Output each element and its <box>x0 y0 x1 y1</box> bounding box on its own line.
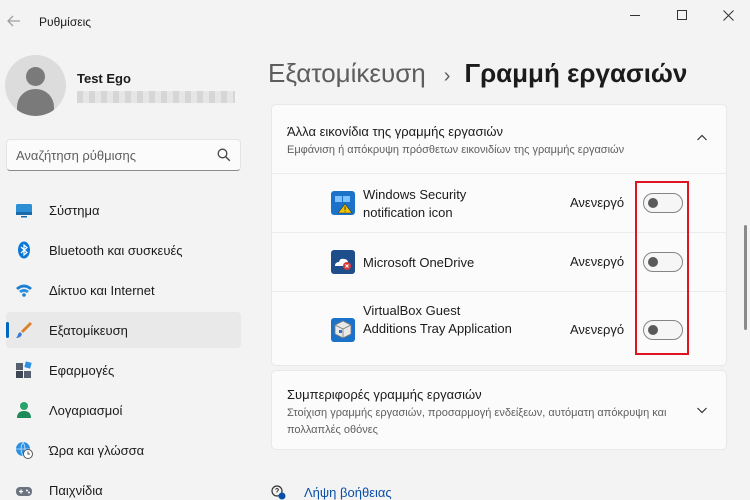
breadcrumb: Εξατομίκευση › Γραμμή εργασιών <box>268 58 687 89</box>
title-bar: Ρυθμίσεις <box>0 0 750 44</box>
arrow-left-icon <box>7 15 20 27</box>
windows-security-icon <box>331 191 355 215</box>
account-icon <box>17 402 31 418</box>
avatar <box>5 55 66 116</box>
apps-icon <box>16 361 32 378</box>
sidebar-item-label: Εξατομίκευση <box>49 322 128 338</box>
maximize-icon <box>677 10 687 20</box>
chevron-up-icon[interactable] <box>696 132 708 144</box>
back-button[interactable] <box>4 10 24 32</box>
page-title: Γραμμή εργασιών <box>464 58 688 88</box>
system-icon <box>16 204 32 218</box>
section-title: Άλλα εικονίδια της γραμμής εργασιών <box>287 124 504 139</box>
user-name: Test Ego <box>77 71 131 86</box>
sidebar-item-apps[interactable]: Εφαρμογές <box>6 352 241 388</box>
search-icon[interactable] <box>217 148 231 162</box>
search-input[interactable] <box>16 146 212 164</box>
close-icon <box>722 9 734 21</box>
sidebar-item-label: Παιχνίδια <box>49 482 103 498</box>
minimize-icon <box>630 14 640 16</box>
app-name: Microsoft OneDrive <box>363 255 475 270</box>
sidebar-item-bluetooth[interactable]: Bluetooth και συσκευές <box>6 232 241 268</box>
toggle-state-label: Ανενεργό <box>570 254 625 269</box>
minimize-button[interactable] <box>612 4 658 26</box>
virtualbox-icon <box>331 318 355 342</box>
sidebar-item-system[interactable]: Σύστημα <box>6 192 241 228</box>
window-title: Ρυθμίσεις <box>39 15 92 29</box>
breadcrumb-separator: › <box>443 65 451 87</box>
sidebar-item-accounts[interactable]: Λογαριασμοί <box>6 392 241 428</box>
onedrive-icon <box>331 250 355 274</box>
highlight-box <box>635 181 689 355</box>
sidebar-item-label: Δίκτυο και Internet <box>49 282 155 298</box>
section-subtitle: Στοίχιση γραμμής εργασιών, προσαρμογή εν… <box>287 407 667 436</box>
sidebar-item-gaming[interactable]: Παιχνίδια <box>6 472 241 500</box>
help-icon <box>271 485 286 500</box>
taskbar-behaviors-section[interactable]: Συμπεριφορές γραμμής εργασιών Στοίχιση γ… <box>271 370 727 450</box>
sidebar-item-personalization[interactable]: Εξατομίκευση <box>6 312 241 348</box>
section-subtitle: Εμφάνιση ή απόκρυψη πρόσθετων εικονιδίων… <box>287 144 625 156</box>
toggle-state-label: Ανενεργό <box>570 195 625 210</box>
app-name: VirtualBox Guest Additions Tray Applicat… <box>363 303 512 336</box>
sidebar-item-label: Λογαριασμοί <box>49 402 123 418</box>
chevron-down-icon[interactable] <box>696 404 708 416</box>
wifi-icon <box>16 284 32 297</box>
close-button[interactable] <box>705 4 750 26</box>
other-taskbar-icons-header[interactable]: Άλλα εικονίδια της γραμμής εργασιών Εμφά… <box>272 105 726 173</box>
settings-search[interactable] <box>6 139 241 171</box>
brush-icon <box>16 322 32 338</box>
sidebar-item-label: Ώρα και γλώσσα <box>49 442 145 458</box>
sidebar-nav: Σύστημα Bluetooth και συσκευές Δίκτυο κα… <box>6 192 241 500</box>
sidebar-item-label: Bluetooth και συσκευές <box>49 242 183 258</box>
breadcrumb-parent[interactable]: Εξατομίκευση <box>268 58 426 89</box>
bluetooth-icon <box>18 241 30 259</box>
app-name: Windows Security notification icon <box>363 187 467 220</box>
user-email-redacted <box>77 91 235 103</box>
help-label: Λήψη βοήθειας <box>304 485 392 500</box>
toggle-state-label: Ανενεργό <box>570 322 625 337</box>
sidebar-item-time-language[interactable]: Ώρα και γλώσσα <box>6 432 241 468</box>
sidebar-item-label: Σύστημα <box>49 202 100 218</box>
globe-clock-icon <box>16 441 33 459</box>
sidebar-item-network[interactable]: Δίκτυο και Internet <box>6 272 241 308</box>
scrollbar[interactable] <box>744 225 747 330</box>
gamepad-icon <box>16 487 32 496</box>
maximize-button[interactable] <box>659 4 705 26</box>
sidebar-item-label: Εφαρμογές <box>49 362 115 378</box>
section-title: Συμπεριφορές γραμμής εργασιών <box>287 387 482 402</box>
